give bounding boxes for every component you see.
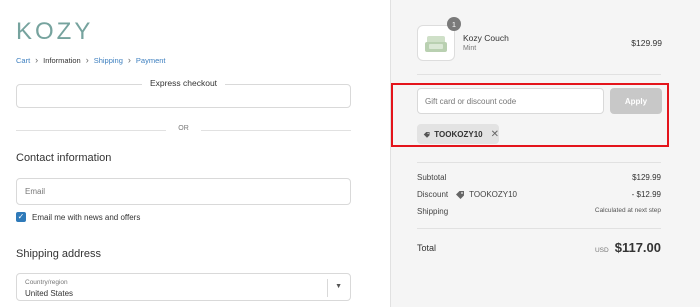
discount-row: Discount TOOKOZY10 - $12.99	[417, 190, 661, 199]
chevron-right-icon: ›	[35, 55, 39, 65]
currency-code: USD	[594, 247, 609, 254]
discount-value: - $12.99	[631, 190, 661, 199]
or-divider: OR	[16, 125, 351, 135]
couch-image	[425, 36, 447, 52]
total-row: Total USD $117.00	[417, 240, 661, 255]
chevron-right-icon: ›	[127, 55, 131, 65]
order-summary: 1 Kozy Couch Mint $129.99 Gift card or d…	[390, 0, 700, 307]
product-name: Kozy Couch	[463, 33, 509, 43]
product-variant: Mint	[463, 45, 477, 52]
breadcrumb-payment[interactable]: Payment	[136, 56, 166, 65]
breadcrumb-cart[interactable]: Cart	[16, 56, 30, 65]
country-select[interactable]: Country/region United States ▼	[16, 273, 351, 301]
newsletter-label[interactable]: Email me with news and offers	[32, 213, 140, 222]
product-thumbnail	[417, 25, 455, 61]
subtotal-value: $129.99	[632, 173, 661, 182]
select-divider	[327, 279, 328, 297]
email-placeholder: Email	[25, 187, 46, 196]
divider	[417, 162, 661, 163]
tag-icon	[456, 191, 465, 199]
breadcrumb-shipping[interactable]: Shipping	[94, 56, 123, 65]
divider	[417, 74, 661, 75]
shipping-title: Shipping address	[16, 248, 102, 260]
total-value: $117.00	[614, 240, 661, 255]
newsletter-row: ✓ Email me with news and offers	[16, 212, 140, 222]
chevron-down-icon: ▼	[335, 283, 342, 290]
highlight-box	[391, 83, 669, 147]
discount-code: TOOKOZY10	[469, 190, 517, 199]
store-logo[interactable]: KOZY	[16, 18, 93, 46]
subtotal-label: Subtotal	[417, 173, 447, 182]
breadcrumb-information: Information	[43, 55, 81, 65]
country-label: Country/region	[25, 279, 68, 286]
discount-label: Discount	[417, 190, 449, 199]
subtotal-row: Subtotal $129.99	[417, 173, 661, 182]
shipping-label: Shipping	[417, 207, 449, 216]
divider-line-right	[201, 130, 351, 131]
shipping-row: Shipping Calculated at next step	[417, 207, 661, 216]
express-checkout-title: Express checkout	[16, 78, 351, 88]
breadcrumb: Cart › Information › Shipping › Payment	[16, 55, 166, 65]
shipping-value: Calculated at next step	[594, 207, 661, 214]
checkout-main: KOZY Cart › Information › Shipping › Pay…	[0, 0, 390, 307]
checkmark-icon: ✓	[17, 212, 25, 221]
discount-label-group: Discount TOOKOZY10	[417, 190, 517, 199]
divider	[417, 228, 661, 229]
newsletter-checkbox[interactable]: ✓	[16, 212, 26, 222]
email-field[interactable]: Email	[16, 178, 351, 205]
quantity-badge: 1	[447, 17, 461, 31]
total-amount-group: USD $117.00	[595, 240, 661, 255]
total-label: Total	[417, 242, 437, 253]
contact-title: Contact information	[16, 152, 112, 164]
product-price: $129.99	[631, 38, 662, 48]
chevron-right-icon: ›	[85, 55, 89, 65]
country-value: United States	[25, 289, 74, 298]
